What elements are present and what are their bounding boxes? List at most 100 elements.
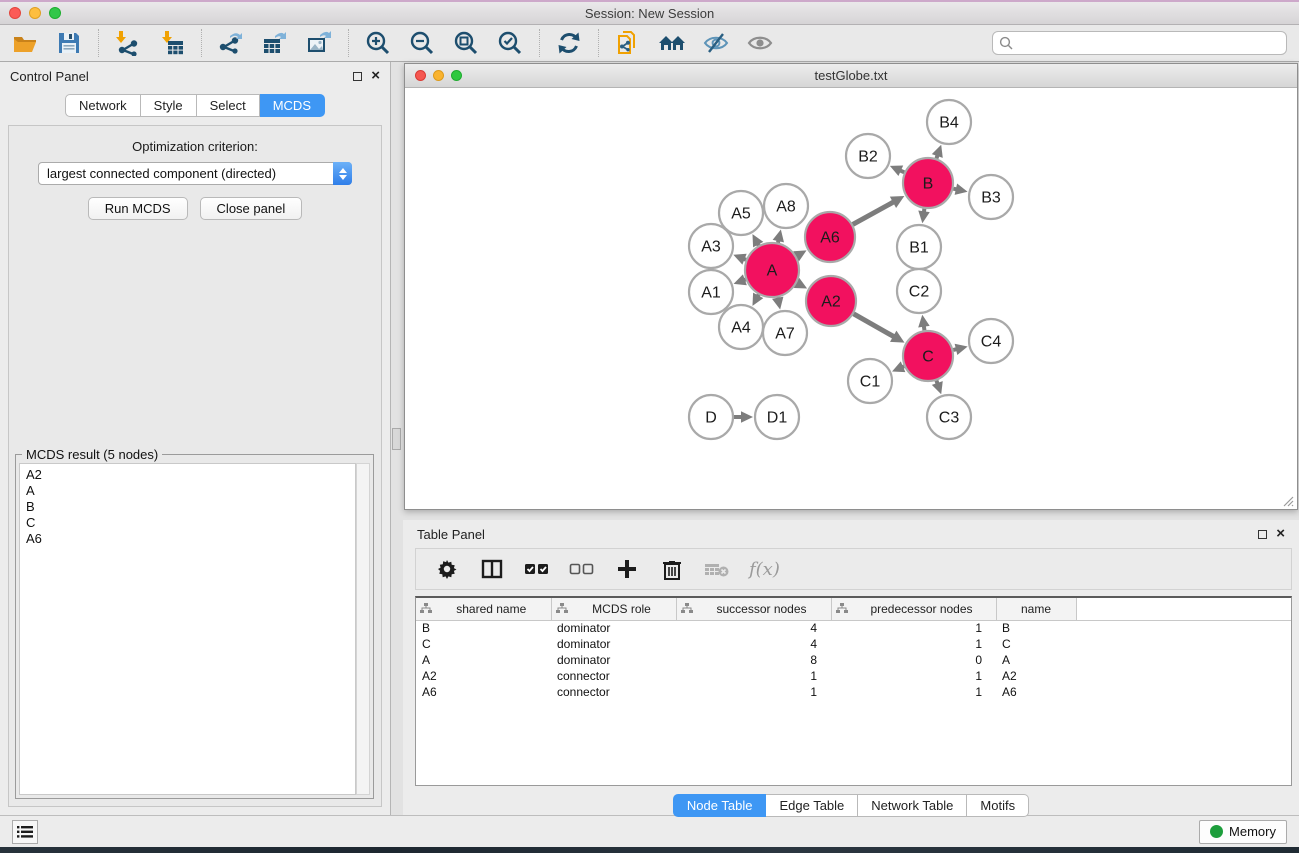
table-cell[interactable]: connector: [551, 668, 676, 684]
table-cell[interactable]: 1: [831, 684, 996, 700]
function-builder-icon[interactable]: f(x): [749, 559, 780, 580]
edge-A2-C[interactable]: [854, 314, 895, 337]
criterion-select[interactable]: largest connected component (directed): [38, 162, 352, 185]
window-resize-grip-icon[interactable]: [1281, 494, 1294, 507]
result-scrollbar[interactable]: [356, 463, 370, 795]
table-cell[interactable]: 0: [831, 652, 996, 668]
tab-network[interactable]: Network: [65, 94, 141, 117]
mcds-result-item[interactable]: A2: [26, 467, 355, 483]
table-cell[interactable]: dominator: [551, 636, 676, 652]
table-cell[interactable]: A6: [996, 684, 1076, 700]
tab-network-table[interactable]: Network Table: [858, 794, 967, 817]
table-cell[interactable]: A: [416, 652, 551, 668]
float-panel-icon[interactable]: [353, 72, 362, 81]
table-cell[interactable]: 8: [676, 652, 831, 668]
memory-button[interactable]: Memory: [1199, 820, 1287, 844]
floppy-icon: [57, 31, 81, 55]
import-network-icon[interactable]: [113, 28, 143, 58]
hide-selected-eye-slash-icon[interactable]: [701, 28, 731, 58]
table-row[interactable]: A2connector11A2: [416, 668, 1291, 684]
graph-node-label: B1: [909, 240, 929, 257]
delete-column-trash-icon[interactable]: [659, 556, 685, 582]
save-session-icon[interactable]: [54, 28, 84, 58]
tab-style[interactable]: Style: [141, 94, 197, 117]
delete-table-icon[interactable]: [704, 556, 730, 582]
node-table[interactable]: shared nameMCDS rolesuccessor nodesprede…: [416, 598, 1291, 700]
show-all-eye-icon[interactable]: [745, 28, 775, 58]
column-header-predecessor-nodes[interactable]: predecessor nodes: [831, 598, 996, 620]
task-history-button[interactable]: [12, 820, 38, 844]
column-header-shared-name[interactable]: shared name: [416, 598, 551, 620]
table-cell[interactable]: B: [416, 620, 551, 636]
table-cell[interactable]: connector: [551, 684, 676, 700]
deselect-all-checkboxes-icon[interactable]: [569, 556, 595, 582]
table-cell[interactable]: B: [996, 620, 1076, 636]
network-graph[interactable]: AA1A2A3A4A5A6A7A8BB1B2B3B4CC1C2C3C4DD1: [405, 88, 1296, 509]
zoom-selected-icon[interactable]: [495, 28, 525, 58]
close-table-panel-icon[interactable]: ×: [1276, 529, 1285, 539]
tab-select[interactable]: Select: [197, 94, 260, 117]
mcds-result-item[interactable]: A6: [26, 531, 355, 547]
export-image-icon[interactable]: [304, 28, 334, 58]
panel-divider-grip[interactable]: [392, 428, 401, 450]
tab-node-table[interactable]: Node Table: [673, 794, 767, 817]
split-panel-icon[interactable]: [479, 556, 505, 582]
table-cell[interactable]: 4: [676, 636, 831, 652]
table-row[interactable]: Adominator80A: [416, 652, 1291, 668]
table-row[interactable]: A6connector11A6: [416, 684, 1291, 700]
column-header-successor-nodes[interactable]: successor nodes: [676, 598, 831, 620]
column-header-name[interactable]: name: [996, 598, 1076, 620]
node-table-container: shared nameMCDS rolesuccessor nodesprede…: [415, 596, 1292, 786]
table-settings-gear-icon[interactable]: [434, 556, 460, 582]
close-panel-icon[interactable]: ×: [371, 71, 380, 81]
edge-A6-B[interactable]: [853, 201, 895, 224]
table-cell[interactable]: C: [416, 636, 551, 652]
table-cell[interactable]: 1: [831, 620, 996, 636]
mcds-result-item[interactable]: B: [26, 499, 355, 515]
select-all-checkboxes-icon[interactable]: [524, 556, 550, 582]
network-canvas[interactable]: AA1A2A3A4A5A6A7A8BB1B2B3B4CC1C2C3C4DD1: [405, 88, 1296, 509]
close-panel-button[interactable]: Close panel: [200, 197, 303, 220]
mcds-result-item[interactable]: A: [26, 483, 355, 499]
table-cell[interactable]: 1: [831, 668, 996, 684]
table-cell[interactable]: dominator: [551, 652, 676, 668]
mcds-result-list[interactable]: A2ABCA6: [19, 463, 356, 795]
float-table-panel-icon[interactable]: [1258, 530, 1267, 539]
mcds-result-item[interactable]: C: [26, 515, 355, 531]
export-network-icon[interactable]: [216, 28, 246, 58]
tab-edge-table[interactable]: Edge Table: [766, 794, 858, 817]
table-cell[interactable]: A2: [996, 668, 1076, 684]
tab-mcds[interactable]: MCDS: [260, 94, 325, 117]
table-row[interactable]: Cdominator41C: [416, 636, 1291, 652]
table-cell[interactable]: 1: [676, 668, 831, 684]
table-row[interactable]: Bdominator41B: [416, 620, 1291, 636]
table-cell[interactable]: A6: [416, 684, 551, 700]
apply-layout-icon[interactable]: [554, 28, 584, 58]
run-mcds-button[interactable]: Run MCDS: [88, 197, 188, 220]
add-column-icon[interactable]: [614, 556, 640, 582]
criterion-selected-value: largest connected component (directed): [39, 166, 333, 181]
zoom-in-icon[interactable]: [363, 28, 393, 58]
table-cell[interactable]: A: [996, 652, 1076, 668]
graph-node-label: A4: [731, 320, 751, 337]
graph-node-label: D: [705, 410, 717, 427]
search-input[interactable]: [992, 31, 1287, 55]
open-session-icon[interactable]: [10, 28, 40, 58]
table-cell[interactable]: 1: [676, 684, 831, 700]
node-table-header-row[interactable]: shared nameMCDS rolesuccessor nodesprede…: [416, 598, 1291, 620]
import-table-icon[interactable]: [157, 28, 187, 58]
first-neighbors-houses-icon[interactable]: [657, 28, 687, 58]
table-cell[interactable]: C: [996, 636, 1076, 652]
zoom-out-icon[interactable]: [407, 28, 437, 58]
zoom-fit-icon[interactable]: [451, 28, 481, 58]
graph-node-label: A1: [701, 285, 721, 302]
export-table-icon[interactable]: [260, 28, 290, 58]
table-cell[interactable]: 4: [676, 620, 831, 636]
table-cell[interactable]: 1: [831, 636, 996, 652]
tab-motifs[interactable]: Motifs: [967, 794, 1029, 817]
table-cell[interactable]: A2: [416, 668, 551, 684]
new-network-from-selection-icon[interactable]: [613, 28, 643, 58]
column-header-MCDS-role[interactable]: MCDS role: [551, 598, 676, 620]
network-window-titlebar[interactable]: testGlobe.txt: [405, 64, 1297, 88]
table-cell[interactable]: dominator: [551, 620, 676, 636]
